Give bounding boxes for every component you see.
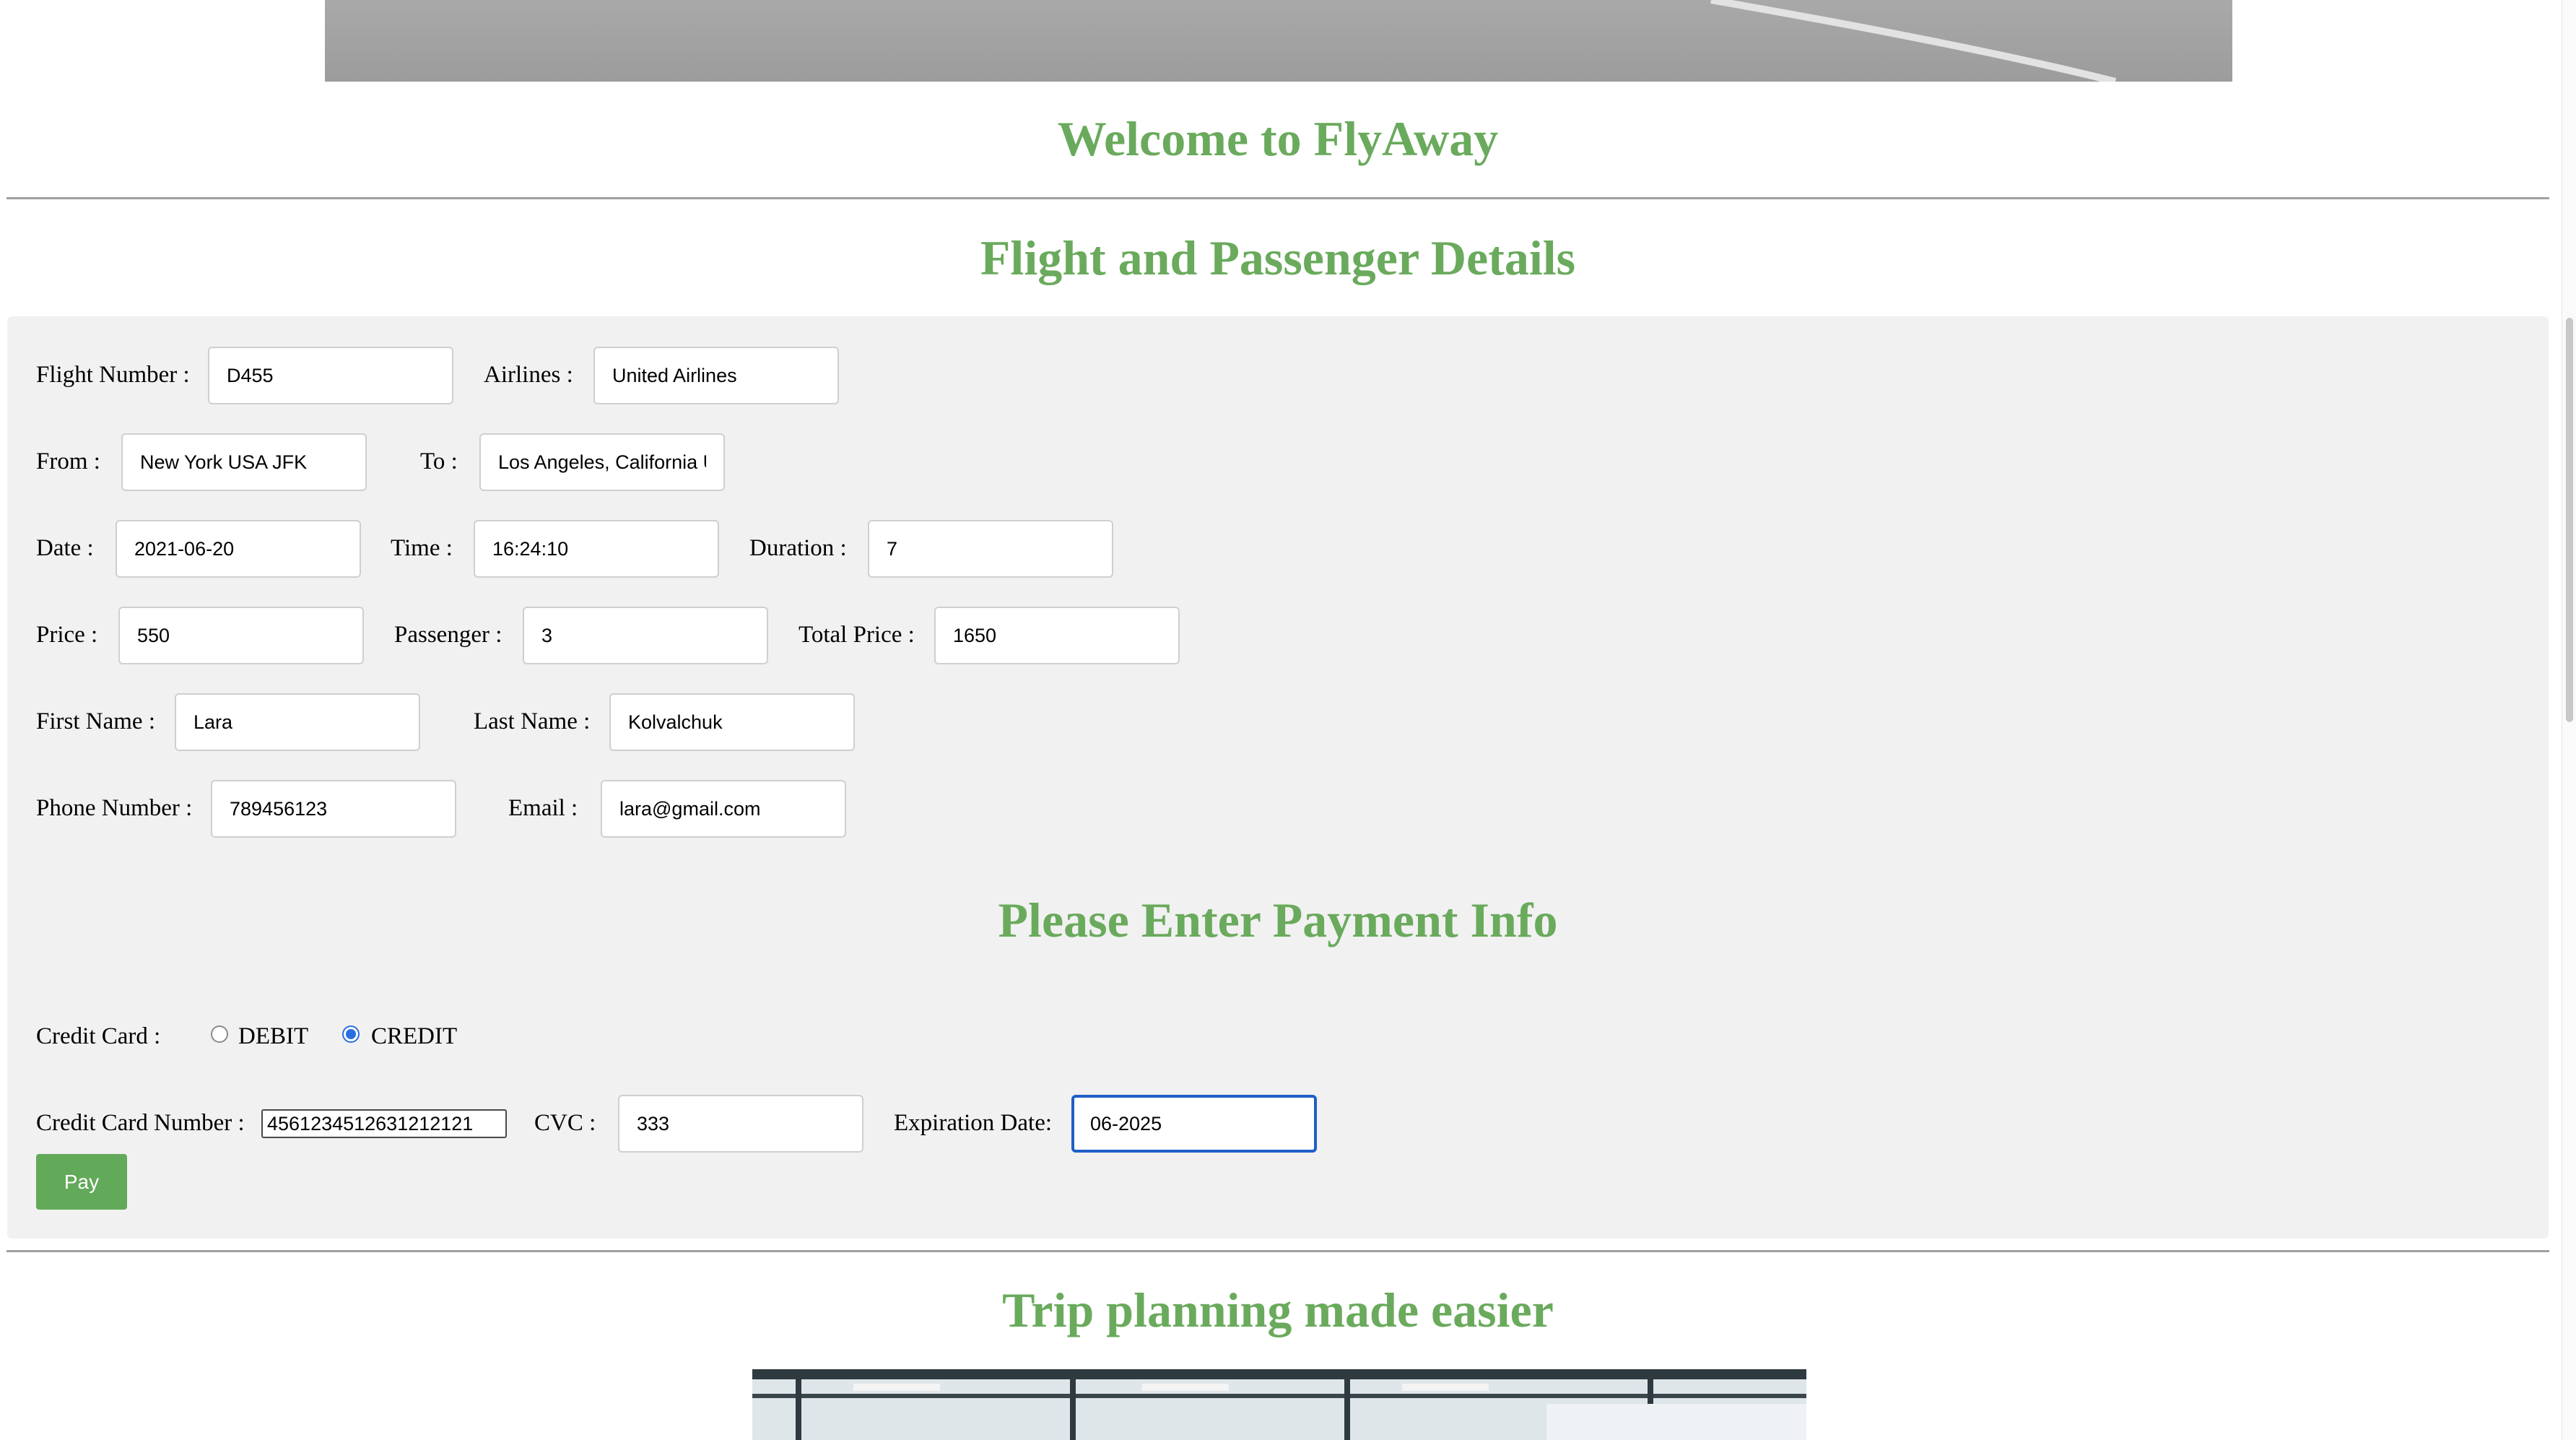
- credit-radio[interactable]: [342, 1025, 360, 1043]
- duration-label: Duration :: [749, 535, 847, 561]
- airport-terminal-image: [752, 1369, 1806, 1440]
- cvc-input[interactable]: [618, 1095, 863, 1153]
- flight-number-input[interactable]: [208, 347, 453, 404]
- phone-number-label: Phone Number :: [36, 795, 193, 821]
- trip-planning-heading: Trip planning made easier: [1002, 1283, 1554, 1337]
- cvc-label: CVC :: [534, 1110, 596, 1136]
- credit-label: CREDIT: [371, 1023, 458, 1049]
- total-price-input[interactable]: [934, 607, 1180, 664]
- page-scrollbar[interactable]: [2562, 0, 2576, 1440]
- expiration-label: Expiration Date:: [894, 1110, 1053, 1136]
- phone-number-input[interactable]: [211, 780, 456, 838]
- last-name-input[interactable]: [609, 693, 855, 751]
- duration-input[interactable]: [868, 520, 1113, 578]
- to-label: To :: [420, 448, 458, 474]
- expiration-input[interactable]: [1071, 1095, 1317, 1153]
- details-heading: Flight and Passenger Details: [980, 230, 1576, 285]
- time-input[interactable]: [474, 520, 719, 578]
- passenger-input[interactable]: [523, 607, 768, 664]
- airlines-input[interactable]: [593, 347, 839, 404]
- total-price-label: Total Price :: [799, 622, 915, 648]
- card-number-input[interactable]: [261, 1109, 507, 1138]
- date-input[interactable]: [116, 520, 361, 578]
- terminal-window-graphic: [752, 1369, 1806, 1440]
- airlines-label: Airlines :: [484, 362, 573, 388]
- passenger-label: Passenger :: [394, 622, 502, 648]
- date-label: Date :: [36, 535, 94, 561]
- card-number-label: Credit Card Number :: [36, 1110, 245, 1136]
- time-label: Time :: [391, 535, 453, 561]
- from-input[interactable]: [121, 433, 367, 491]
- last-name-label: Last Name :: [474, 708, 591, 734]
- first-name-input[interactable]: [175, 693, 420, 751]
- first-name-label: First Name :: [36, 708, 155, 734]
- debit-radio[interactable]: [211, 1025, 228, 1043]
- divider-top: [6, 197, 2549, 199]
- payment-heading: Please Enter Payment Info: [998, 893, 1558, 947]
- email-label: Email :: [508, 795, 578, 821]
- debit-label: DEBIT: [238, 1023, 309, 1049]
- runway-stripe-graphic: [1710, 0, 2117, 82]
- welcome-heading: Welcome to FlyAway: [1057, 111, 1499, 166]
- divider-bottom: [6, 1250, 2549, 1252]
- pay-button[interactable]: Pay: [36, 1154, 127, 1210]
- credit-card-type-label: Credit Card :: [36, 1023, 161, 1049]
- hero-runway-image: [325, 0, 2232, 82]
- price-label: Price :: [36, 622, 98, 648]
- to-input[interactable]: [479, 433, 725, 491]
- email-input[interactable]: [601, 780, 846, 838]
- flight-number-label: Flight Number :: [36, 362, 190, 388]
- scrollbar-thumb[interactable]: [2566, 318, 2573, 722]
- from-label: From :: [36, 448, 100, 474]
- price-input[interactable]: [118, 607, 364, 664]
